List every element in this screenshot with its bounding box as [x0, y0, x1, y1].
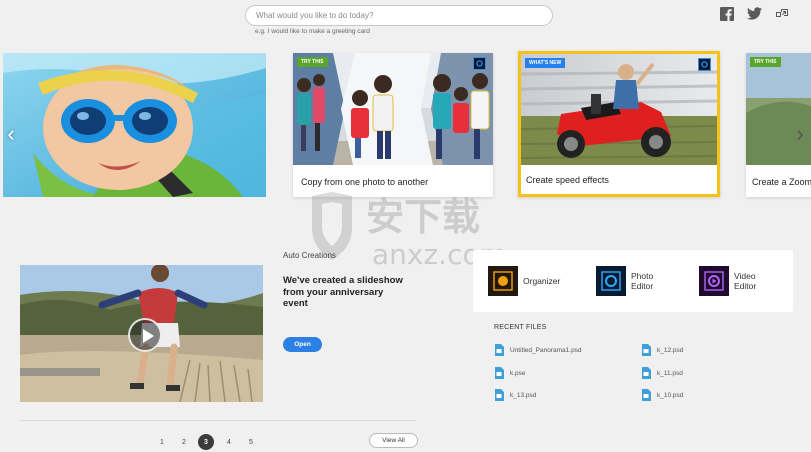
video-editor-icon [699, 266, 729, 296]
card-thumbnail [293, 53, 493, 165]
share-icon[interactable] [775, 7, 789, 21]
recent-file-item[interactable]: k_10.psd [641, 389, 683, 401]
card-caption: Create speed effects [526, 175, 609, 185]
file-name: Untitled_Panorama1.psd [510, 346, 582, 354]
card-caption: Copy from one photo to another [301, 177, 429, 187]
auto-creations-label: Auto Creations [283, 251, 336, 260]
psd-file-icon [495, 344, 504, 356]
organizer-button[interactable]: Organizer [488, 266, 560, 296]
carousel-next-button[interactable]: › [791, 116, 809, 152]
recent-file-item[interactable]: k_13.psd [494, 389, 536, 401]
recent-file-item[interactable]: k_12.psd [641, 344, 683, 356]
svg-text:安下载: 安下载 [366, 195, 480, 239]
whats-new-badge: WHAT'S NEW [525, 58, 566, 68]
carousel-card-hero[interactable] [3, 53, 266, 197]
carousel-card-copy-photo[interactable]: TRY THIS Copy from one photo to another [293, 53, 493, 197]
organizer-icon [488, 266, 518, 296]
card-thumbnail [521, 54, 717, 165]
psd-file-icon [642, 344, 651, 356]
psd-file-icon [642, 367, 651, 379]
view-all-button[interactable]: View All [369, 433, 418, 448]
twitter-icon[interactable] [747, 7, 762, 21]
page-5[interactable]: 5 [243, 434, 259, 450]
file-name: k_13.psd [510, 391, 537, 399]
recent-file-item[interactable]: k_11.psd [641, 367, 683, 379]
open-button[interactable]: Open [283, 337, 322, 352]
chevron-right-icon: › [796, 121, 804, 146]
photo-editor-icon [473, 57, 486, 70]
organizer-label: Organizer [523, 276, 561, 286]
video-editor-label: Video Editor [734, 271, 757, 291]
search-hint: e.g. I would like to make a greeting car… [255, 28, 370, 35]
page-3[interactable]: 3 [198, 434, 214, 450]
search-input[interactable] [245, 5, 553, 26]
facebook-icon[interactable] [720, 7, 734, 21]
photo-editor-icon [596, 266, 626, 296]
recent-file-item[interactable]: k.pse [494, 367, 526, 379]
chevron-left-icon: ‹ [7, 121, 15, 146]
carousel-card-speed-effects[interactable]: WHAT'S NEW Create speed effects [518, 51, 720, 197]
hero-photo [3, 53, 266, 197]
play-icon[interactable] [128, 318, 162, 352]
try-this-badge: TRY THIS [750, 57, 781, 67]
card-caption: Create a Zoom [752, 177, 811, 187]
file-name: k.pse [510, 369, 526, 377]
psd-file-icon [495, 389, 504, 401]
file-name: k_12.psd [657, 346, 684, 354]
photo-editor-button[interactable]: Photo Editor [596, 266, 653, 296]
page-4[interactable]: 4 [221, 434, 237, 450]
file-name: k_11.psd [657, 369, 683, 377]
file-name: k_10.psd [657, 391, 684, 399]
recent-file-item[interactable]: Untitled_Panorama1.psd [494, 344, 582, 356]
divider [20, 420, 416, 421]
psd-file-icon [642, 389, 651, 401]
video-editor-button[interactable]: Video Editor [699, 266, 756, 296]
try-this-badge: TRY THIS [297, 57, 328, 67]
page-1[interactable]: 1 [154, 434, 170, 450]
recent-files-title: RECENT FILES [494, 324, 547, 331]
pse-file-icon [495, 367, 504, 379]
photo-editor-label: Photo Editor [631, 271, 654, 291]
page-2[interactable]: 2 [176, 434, 192, 450]
auto-creation-headline: We've created a slideshow from your anni… [283, 275, 403, 309]
photo-editor-icon [698, 58, 711, 71]
carousel-prev-button[interactable]: ‹ [2, 116, 20, 152]
